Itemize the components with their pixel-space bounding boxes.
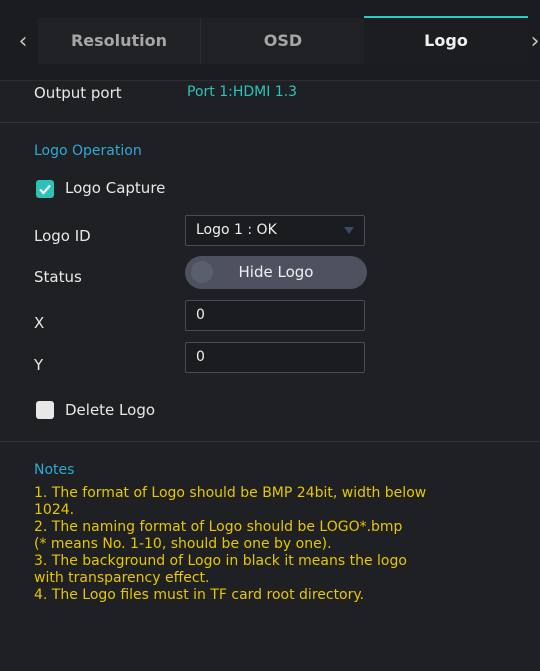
x-input[interactable]: 0 bbox=[185, 300, 365, 331]
tab-logo[interactable]: Logo bbox=[364, 16, 528, 64]
dropdown-arrow-icon bbox=[344, 227, 354, 234]
output-port-value: Port 1:HDMI 1.3 bbox=[187, 84, 298, 100]
logo-id-value: Logo 1 : OK bbox=[196, 222, 277, 238]
logo-capture-label: Logo Capture bbox=[65, 179, 166, 197]
notes-line: 1. The format of Logo should be BMP 24bi… bbox=[34, 485, 427, 501]
delete-logo-label: Delete Logo bbox=[65, 401, 156, 419]
logo-operation-title: Logo Operation bbox=[34, 143, 142, 159]
divider bbox=[0, 441, 540, 442]
logo-capture-checkbox[interactable] bbox=[36, 180, 54, 198]
delete-logo-checkbox[interactable] bbox=[36, 401, 54, 419]
logo-id-label: Logo ID bbox=[34, 227, 91, 245]
logo-id-select[interactable]: Logo 1 : OK bbox=[185, 215, 365, 246]
notes-title: Notes bbox=[34, 462, 75, 478]
tab-resolution[interactable]: Resolution bbox=[38, 18, 200, 64]
chevron-right-icon[interactable]: › bbox=[524, 22, 540, 62]
hide-logo-toggle[interactable]: Hide Logo bbox=[185, 256, 367, 289]
checkmark-icon bbox=[39, 184, 51, 195]
notes-text: 1. The format of Logo should be BMP 24bi… bbox=[34, 485, 540, 604]
y-input[interactable]: 0 bbox=[185, 342, 365, 373]
chevron-left-icon[interactable]: ‹ bbox=[12, 22, 34, 62]
notes-line: with transparency effect. bbox=[34, 570, 210, 586]
notes-line: 3. The background of Logo in black it me… bbox=[34, 553, 407, 569]
output-port-label: Output port bbox=[34, 84, 122, 102]
notes-line: (* means No. 1-10, should be one by one)… bbox=[34, 536, 332, 552]
notes-line: 4. The Logo files must in TF card root d… bbox=[34, 587, 365, 603]
y-label: Y bbox=[34, 356, 44, 374]
toggle-knob bbox=[191, 261, 213, 283]
notes-line: 2. The naming format of Logo should be L… bbox=[34, 519, 403, 535]
status-label: Status bbox=[34, 268, 82, 286]
tab-osd[interactable]: OSD bbox=[200, 18, 365, 64]
tab-bar: ‹ Resolution OSD Logo › bbox=[0, 0, 540, 81]
x-label: X bbox=[34, 314, 45, 332]
hide-logo-label: Hide Logo bbox=[238, 263, 314, 281]
notes-line: 1024. bbox=[34, 502, 75, 518]
logo-settings-panel: ‹ Resolution OSD Logo › Output port Port… bbox=[0, 0, 540, 671]
divider bbox=[0, 122, 540, 123]
